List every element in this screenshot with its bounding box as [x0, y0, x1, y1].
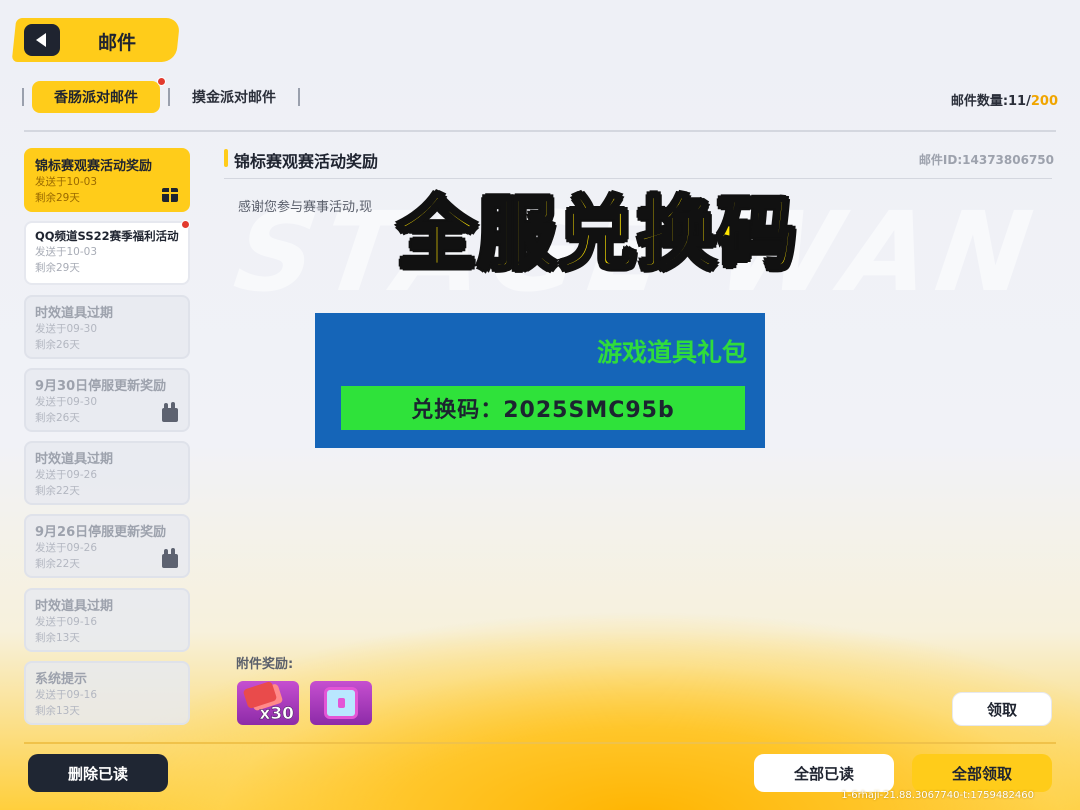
tab-divider — [168, 88, 170, 106]
gift-icon — [162, 188, 178, 202]
mail-item[interactable]: 时效道具过期 发送于09-30 剩余26天 — [24, 294, 190, 359]
mail-item[interactable]: 9月26日停服更新奖励 发送于09-26 剩余22天 — [24, 514, 190, 579]
reward-item[interactable]: x30 — [237, 681, 299, 725]
claimed-icon — [162, 401, 178, 422]
tab-label: 香肠派对邮件 — [54, 90, 138, 106]
tab-sausage-party-mail[interactable]: 香肠派对邮件 — [32, 77, 166, 113]
mail-item[interactable]: 系统提示 发送于09-16 剩余13天 — [24, 661, 190, 726]
mail-item-sent: 发送于09-16 — [35, 689, 98, 702]
mail-item[interactable]: 9月30日停服更新奖励 发送于09-30 剩余26天 — [24, 367, 190, 432]
mail-item-remaining: 剩余22天 — [35, 558, 80, 571]
mail-item-title: 9月30日停服更新奖励 — [35, 378, 167, 394]
mail-item-title: 时效道具过期 — [35, 305, 114, 321]
mail-id: 邮件ID:14373806750 — [918, 153, 1054, 167]
mail-item-remaining: 剩余29天 — [35, 192, 80, 204]
mail-count-label: 邮件数量: — [950, 94, 1009, 109]
mail-item-remaining: 剩余13天 — [35, 705, 80, 718]
mail-item-title: 锦标赛观赛活动奖励 — [35, 159, 153, 174]
mail-content-title: 锦标赛观赛活动奖励 — [234, 152, 379, 171]
mail-item-title: 9月26日停服更新奖励 — [35, 525, 167, 541]
mail-count-max: 200 — [1030, 94, 1058, 109]
claim-button[interactable]: 领取 — [952, 692, 1052, 726]
mail-item-sent: 发送于09-26 — [35, 542, 98, 555]
attachments-label: 附件奖励: — [236, 657, 294, 672]
mail-item-remaining: 剩余13天 — [35, 631, 80, 644]
claimed-icon — [162, 548, 178, 569]
tab-mojin-party-mail[interactable]: 摸金派对邮件 — [192, 87, 276, 107]
mail-item[interactable]: QQ频道SS22赛季福利活动 发送于10-03 剩余29天 — [24, 220, 190, 286]
mail-list: 锦标赛观赛活动奖励 发送于10-03 剩余29天 QQ频道SS22赛季福利活动 … — [24, 148, 190, 734]
mail-tabs: 香肠派对邮件 摸金派对邮件 — [22, 77, 300, 114]
mail-item-sent: 发送于09-30 — [35, 395, 98, 408]
read-all-button[interactable]: 全部已读 — [754, 754, 894, 792]
redeem-code-text: 兑换码：2025SMC95b — [411, 398, 675, 423]
mail-item-remaining: 剩余29天 — [35, 262, 80, 275]
mail-item-title: QQ频道SS22赛季福利活动 — [35, 229, 179, 244]
mail-item-title: 系统提示 — [35, 672, 88, 688]
notification-dot-icon — [181, 220, 190, 230]
overlay-caption: 全服兑换码 — [396, 189, 799, 282]
footer-divider — [24, 742, 1056, 744]
claim-all-button[interactable]: 全部领取 — [912, 754, 1052, 792]
mail-item-sent: 发送于10-03 — [35, 246, 98, 259]
mail-item-sent: 发送于10-03 — [35, 176, 98, 188]
mail-item-remaining: 剩余22天 — [35, 485, 80, 498]
mail-count: 邮件数量:11/200 — [951, 90, 1058, 109]
mail-item-sent: 发送于09-26 — [35, 469, 98, 482]
mail-item-title: 时效道具过期 — [35, 452, 114, 468]
delete-read-button[interactable]: 删除已读 — [28, 754, 168, 792]
mail-item[interactable]: 时效道具过期 发送于09-16 剩余13天 — [24, 587, 190, 652]
treasure-chest-icon — [324, 687, 358, 719]
redeem-code-bar: 兑换码：2025SMC95b — [341, 386, 745, 430]
mail-count-current: 11 — [1008, 94, 1027, 109]
mail-item-title: 时效道具过期 — [35, 598, 114, 614]
reward-item[interactable] — [310, 681, 372, 725]
code-card-title: 游戏道具礼包 — [596, 338, 747, 367]
tab-divider — [298, 88, 300, 106]
mail-item-sent: 发送于09-16 — [35, 615, 98, 628]
mail-item-sent: 发送于09-30 — [35, 322, 98, 335]
notification-dot-icon — [157, 77, 166, 86]
mail-item-remaining: 剩余26天 — [35, 338, 80, 351]
tab-divider — [22, 88, 24, 106]
build-info: 1-6rhaji-21.88.3067740-t:1759482460 — [841, 790, 1034, 801]
back-arrow-icon — [36, 33, 46, 47]
redeem-code-card: 游戏道具礼包 兑换码：2025SMC95b — [315, 313, 765, 448]
mail-item-remaining: 剩余26天 — [35, 411, 80, 424]
reward-quantity: x30 — [259, 704, 294, 725]
page-title: 邮件 — [98, 32, 137, 54]
content-title-accent — [224, 149, 228, 167]
header-divider — [24, 130, 1056, 132]
mail-body-text: 感谢您参与赛事活动,现 — [238, 200, 373, 215]
mail-item[interactable]: 锦标赛观赛活动奖励 发送于10-03 剩余29天 — [24, 148, 190, 212]
back-button[interactable] — [24, 24, 60, 56]
mail-item[interactable]: 时效道具过期 发送于09-26 剩余22天 — [24, 441, 190, 506]
